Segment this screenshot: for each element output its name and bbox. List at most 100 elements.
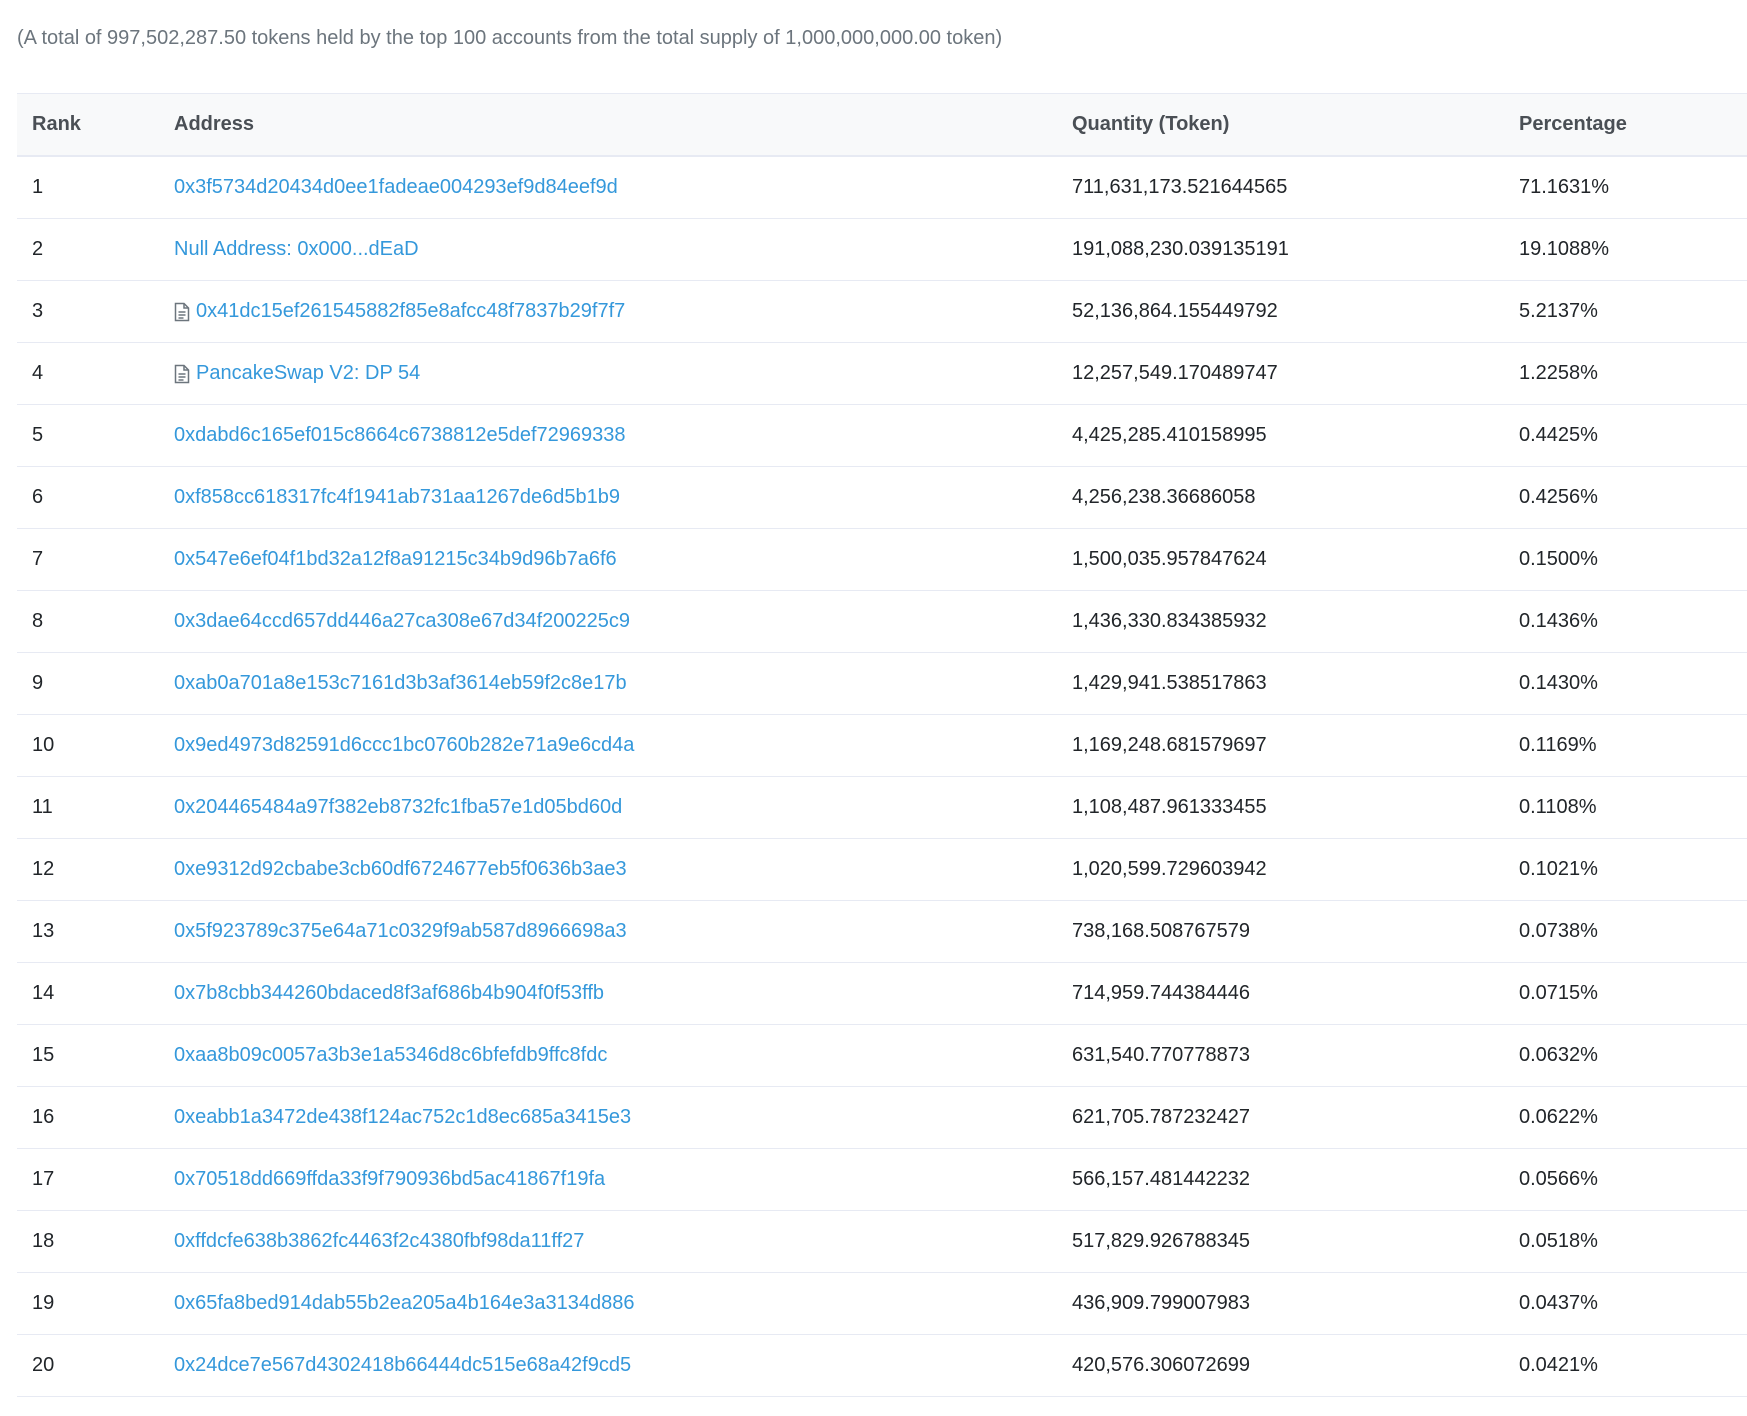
rank-cell: 10 <box>32 734 55 756</box>
table-row: 7 0x547e6ef04f1bd32a12f8a91215c34b9d96b7a… <box>17 529 1747 591</box>
percentage-cell: 19.1088% <box>1519 238 1610 260</box>
quantity-cell: 566,157.481442232 <box>1072 1168 1250 1190</box>
percentage-cell: 0.0437% <box>1519 1292 1598 1314</box>
quantity-cell: 1,429,941.538517863 <box>1072 672 1267 694</box>
table-row: 18 0xffdcfe638b3862fc4463f2c4380fbf98da11… <box>17 1211 1747 1273</box>
percentage-cell: 1.2258% <box>1519 362 1598 384</box>
quantity-cell: 4,425,285.410158995 <box>1072 424 1267 446</box>
quantity-cell: 1,169,248.681579697 <box>1072 734 1267 756</box>
table-row: 13 0x5f923789c375e64a71c0329f9ab587d89666… <box>17 901 1747 963</box>
percentage-cell: 0.0566% <box>1519 1168 1598 1190</box>
percentage-cell: 0.0421% <box>1519 1354 1598 1376</box>
quantity-cell: 1,436,330.834385932 <box>1072 610 1267 632</box>
address-link[interactable]: 0x204465484a97f382eb8732fc1fba57e1d05bd6… <box>174 796 622 819</box>
address-cell: 0x9ed4973d82591d6ccc1bc0760b282e71a9e6cd… <box>174 734 1072 757</box>
address-link[interactable]: 0x41dc15ef261545882f85e8afcc48f7837b29f7… <box>196 300 625 323</box>
column-header-address: Address <box>174 113 255 135</box>
token-holders-table: Rank Address Quantity (Token) Percentage… <box>17 93 1747 1397</box>
table-row: 19 0x65fa8bed914dab55b2ea205a4b164e3a3134… <box>17 1273 1747 1335</box>
address-link[interactable]: 0x7b8cbb344260bdaced8f3af686b4b904f0f53f… <box>174 982 604 1005</box>
table-row: 20 0x24dce7e567d4302418b66444dc515e68a42f… <box>17 1335 1747 1397</box>
rank-cell: 19 <box>32 1292 55 1314</box>
address-link[interactable]: 0x547e6ef04f1bd32a12f8a91215c34b9d96b7a6… <box>174 548 617 571</box>
address-cell: 0xffdcfe638b3862fc4463f2c4380fbf98da11ff… <box>174 1230 1072 1253</box>
address-link[interactable]: Null Address: 0x000...dEaD <box>174 238 419 261</box>
quantity-cell: 1,020,599.729603942 <box>1072 858 1267 880</box>
address-link[interactable]: 0x9ed4973d82591d6ccc1bc0760b282e71a9e6cd… <box>174 734 634 757</box>
address-link[interactable]: 0xeabb1a3472de438f124ac752c1d8ec685a3415… <box>174 1106 631 1129</box>
address-link[interactable]: 0xf858cc618317fc4f1941ab731aa1267de6d5b1… <box>174 486 620 509</box>
rank-cell: 7 <box>32 548 44 570</box>
address-cell: 0xab0a701a8e153c7161d3b3af3614eb59f2c8e1… <box>174 672 1072 695</box>
address-cell: PancakeSwap V2: DP 54 <box>174 362 1072 385</box>
quantity-cell: 436,909.799007983 <box>1072 1292 1250 1314</box>
address-cell: 0xdabd6c165ef015c8664c6738812e5def729693… <box>174 424 1072 447</box>
quantity-cell: 711,631,173.521644565 <box>1072 176 1288 198</box>
address-link[interactable]: 0xdabd6c165ef015c8664c6738812e5def729693… <box>174 424 626 447</box>
rank-cell: 20 <box>32 1354 55 1376</box>
address-cell: 0x5f923789c375e64a71c0329f9ab587d8966698… <box>174 920 1072 943</box>
percentage-cell: 0.0738% <box>1519 920 1598 942</box>
table-row: 6 0xf858cc618317fc4f1941ab731aa1267de6d5b… <box>17 467 1747 529</box>
percentage-cell: 0.0632% <box>1519 1044 1598 1066</box>
table-row: 14 0x7b8cbb344260bdaced8f3af686b4b904f0f5… <box>17 963 1747 1025</box>
address-link[interactable]: PancakeSwap V2: DP 54 <box>196 362 420 385</box>
address-cell: 0xeabb1a3472de438f124ac752c1d8ec685a3415… <box>174 1106 1072 1129</box>
table-row: 15 0xaa8b09c0057a3b3e1a5346d8c6bfefdb9ffc… <box>17 1025 1747 1087</box>
table-row: 16 0xeabb1a3472de438f124ac752c1d8ec685a34… <box>17 1087 1747 1149</box>
contract-icon <box>174 364 192 384</box>
column-header-percentage: Percentage <box>1519 113 1627 135</box>
quantity-cell: 738,168.508767579 <box>1072 920 1250 942</box>
holders-summary: (A total of 997,502,287.50 tokens held b… <box>17 27 1003 49</box>
column-header-rank: Rank <box>32 113 81 135</box>
address-link[interactable]: 0xe9312d92cbabe3cb60df6724677eb5f0636b3a… <box>174 858 627 881</box>
quantity-cell: 517,829.926788345 <box>1072 1230 1250 1252</box>
table-row: 8 0x3dae64ccd657dd446a27ca308e67d34f20022… <box>17 591 1747 653</box>
percentage-cell: 0.1169% <box>1519 734 1597 756</box>
rank-cell: 18 <box>32 1230 55 1252</box>
table-row: 2 Null Address: 0x000...dEaD 191,088,230.0… <box>17 219 1747 281</box>
quantity-cell: 1,500,035.957847624 <box>1072 548 1267 570</box>
table-row: 3 0x41dc15ef261545882f85e8afcc48f7837b29f… <box>17 281 1747 343</box>
address-link[interactable]: 0xaa8b09c0057a3b3e1a5346d8c6bfefdb9ffc8f… <box>174 1044 607 1067</box>
percentage-cell: 0.1500% <box>1519 548 1598 570</box>
table-header: Rank Address Quantity (Token) Percentage <box>17 93 1747 157</box>
address-link[interactable]: 0x5f923789c375e64a71c0329f9ab587d8966698… <box>174 920 627 943</box>
rank-cell: 9 <box>32 672 44 694</box>
rank-cell: 1 <box>32 176 44 198</box>
rank-cell: 13 <box>32 920 55 942</box>
address-link[interactable]: 0x70518dd669ffda33f9f790936bd5ac41867f19… <box>174 1168 605 1191</box>
address-cell: 0x7b8cbb344260bdaced8f3af686b4b904f0f53f… <box>174 982 1072 1005</box>
table-row: 9 0xab0a701a8e153c7161d3b3af3614eb59f2c8e… <box>17 653 1747 715</box>
quantity-cell: 420,576.306072699 <box>1072 1354 1250 1376</box>
quantity-cell: 631,540.770778873 <box>1072 1044 1250 1066</box>
percentage-cell: 0.1436% <box>1519 610 1598 632</box>
rank-cell: 14 <box>32 982 55 1004</box>
address-link[interactable]: 0x3f5734d20434d0ee1fadeae004293ef9d84eef… <box>174 176 618 199</box>
address-link[interactable]: 0xab0a701a8e153c7161d3b3af3614eb59f2c8e1… <box>174 672 627 695</box>
address-link[interactable]: 0xffdcfe638b3862fc4463f2c4380fbf98da11ff… <box>174 1230 584 1253</box>
address-cell: 0xaa8b09c0057a3b3e1a5346d8c6bfefdb9ffc8f… <box>174 1044 1072 1067</box>
rank-cell: 5 <box>32 424 44 446</box>
percentage-cell: 5.2137% <box>1519 300 1598 322</box>
address-cell: 0x204465484a97f382eb8732fc1fba57e1d05bd6… <box>174 796 1072 819</box>
percentage-cell: 0.0715% <box>1519 982 1598 1004</box>
rank-cell: 6 <box>32 486 44 508</box>
table-row: 1 0x3f5734d20434d0ee1fadeae004293ef9d84ee… <box>17 157 1747 219</box>
table-row: 12 0xe9312d92cbabe3cb60df6724677eb5f0636b… <box>17 839 1747 901</box>
address-cell: Null Address: 0x000...dEaD <box>174 238 1072 261</box>
address-cell: 0x41dc15ef261545882f85e8afcc48f7837b29f7… <box>174 300 1072 323</box>
rank-cell: 4 <box>32 362 44 384</box>
rank-cell: 8 <box>32 610 44 632</box>
percentage-cell: 0.0622% <box>1519 1106 1598 1128</box>
address-link[interactable]: 0x3dae64ccd657dd446a27ca308e67d34f200225… <box>174 610 630 633</box>
address-cell: 0x3dae64ccd657dd446a27ca308e67d34f200225… <box>174 610 1072 633</box>
address-link[interactable]: 0x24dce7e567d4302418b66444dc515e68a42f9c… <box>174 1354 631 1377</box>
table-row: 10 0x9ed4973d82591d6ccc1bc0760b282e71a9e6… <box>17 715 1747 777</box>
table-row: 11 0x204465484a97f382eb8732fc1fba57e1d05b… <box>17 777 1747 839</box>
percentage-cell: 0.1021% <box>1519 858 1598 880</box>
quantity-cell: 4,256,238.36686058 <box>1072 486 1256 508</box>
address-cell: 0x24dce7e567d4302418b66444dc515e68a42f9c… <box>174 1354 1072 1377</box>
table-row: 5 0xdabd6c165ef015c8664c6738812e5def72969… <box>17 405 1747 467</box>
address-link[interactable]: 0x65fa8bed914dab55b2ea205a4b164e3a3134d8… <box>174 1292 634 1315</box>
